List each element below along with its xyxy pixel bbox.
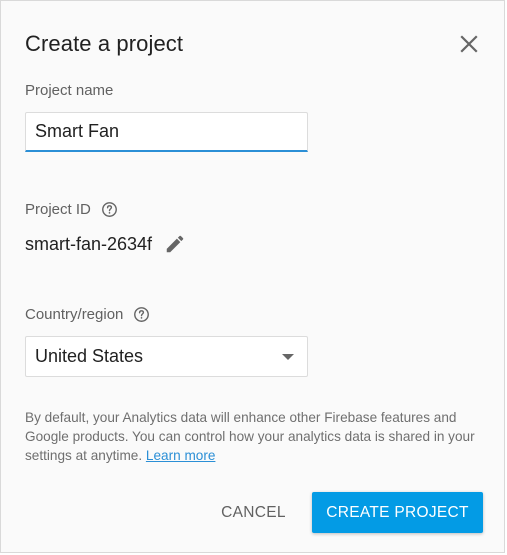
project-id-value: smart-fan-2634f [25,233,153,254]
disclaimer-text: By default, your Analytics data will enh… [25,410,475,463]
project-name-input[interactable] [25,112,308,152]
caret-down-icon [282,353,294,360]
project-name-label-text: Project name [25,82,114,99]
create-project-dialog: Create a project Project name Project ID… [0,0,505,553]
project-name-label: Project name [25,82,113,99]
country-select[interactable]: United States [25,336,308,377]
close-icon [460,35,478,53]
country-select-value: United States [35,346,144,366]
cancel-button[interactable]: CANCEL [206,493,301,533]
project-id-help-icon[interactable] [101,201,118,218]
pencil-icon[interactable] [164,233,186,255]
project-id-row: smart-fan-2634f [25,233,186,255]
project-id-label-text: Project ID [25,201,91,218]
analytics-disclaimer: By default, your Analytics data will enh… [25,408,485,465]
country-label-text: Country/region [25,306,124,323]
close-button[interactable] [455,30,483,58]
learn-more-link[interactable]: Learn more [146,448,216,463]
create-project-button[interactable]: CREATE PROJECT [312,492,483,533]
country-help-icon[interactable] [133,306,150,323]
dialog-title: Create a project [25,31,184,56]
project-id-label: Project ID [25,201,118,218]
country-label: Country/region [25,306,150,323]
